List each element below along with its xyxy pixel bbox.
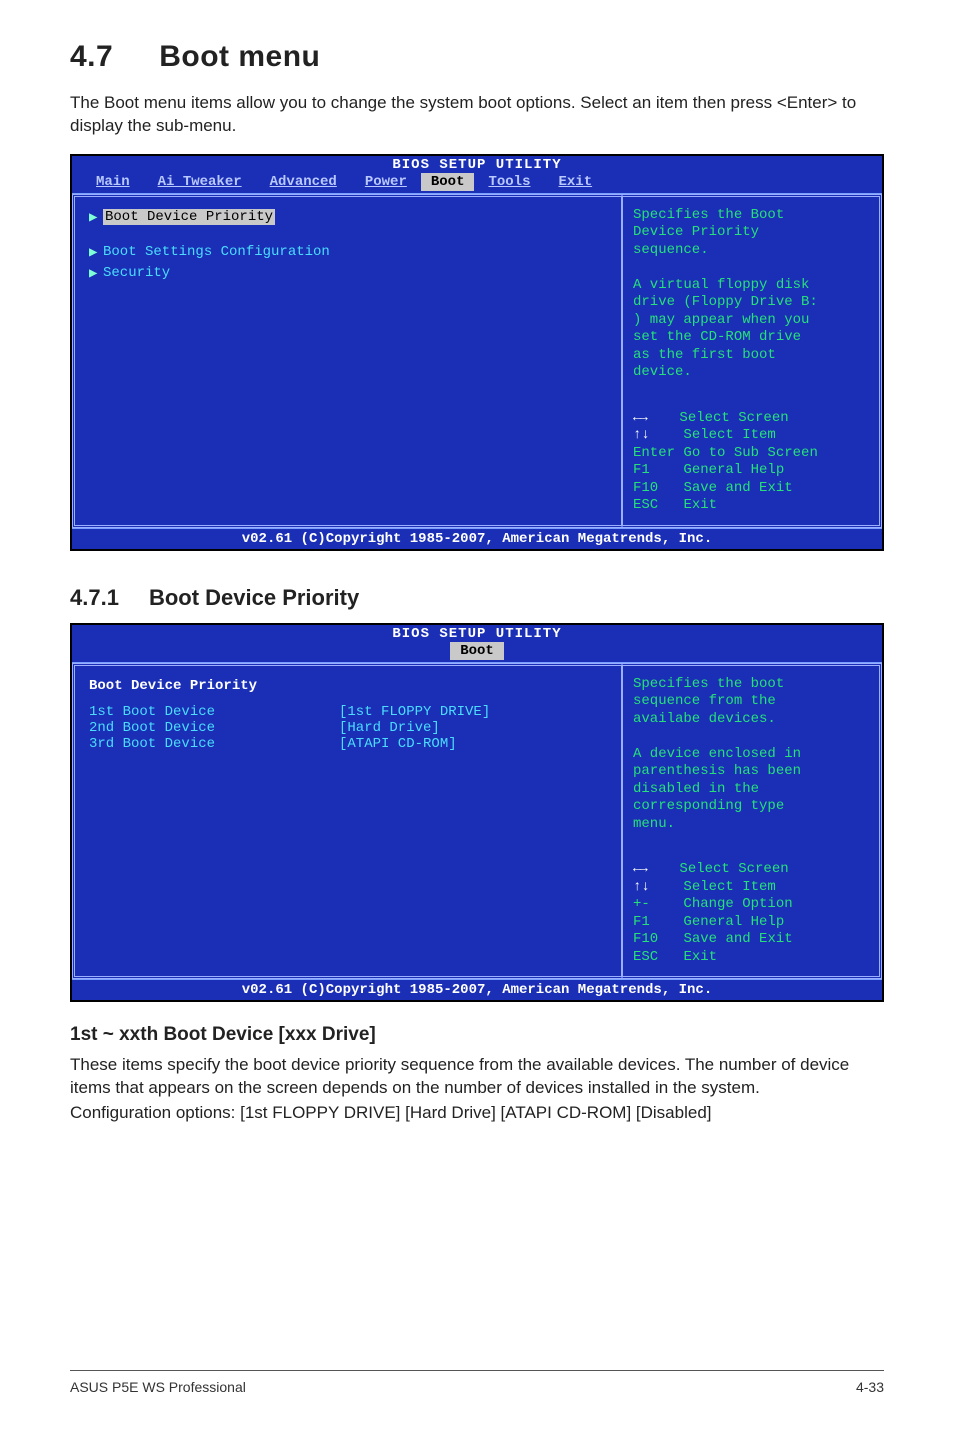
tab-tools[interactable]: Tools <box>474 173 544 191</box>
key-f10-label: F10 <box>633 480 658 496</box>
bios-panel-boot-menu: BIOS SETUP UTILITY Main Ai Tweaker Advan… <box>70 154 884 551</box>
key-select-item: Select Item <box>683 427 775 443</box>
pane-heading: Boot Device Priority <box>89 678 607 694</box>
page-footer: ASUS P5E WS Professional 4-33 <box>70 1370 884 1395</box>
bios-menu-tabs: Boot <box>72 642 882 662</box>
bios-title: BIOS SETUP UTILITY <box>72 156 882 173</box>
subsection-number: 4.7.1 <box>70 585 119 610</box>
intro-paragraph: The Boot menu items allow you to change … <box>70 92 884 138</box>
row-label: 1st Boot Device <box>89 704 339 720</box>
submenu-icon: ▶ <box>89 209 103 226</box>
tab-advanced[interactable]: Advanced <box>256 173 351 191</box>
key-f10-desc: Save and Exit <box>683 931 792 947</box>
key-plusminus-desc: Change Option <box>683 896 792 912</box>
key-enter-desc: Go to Sub Screen <box>683 445 817 461</box>
section-title: 4.7 Boot menu <box>70 40 884 74</box>
key-esc-desc: Exit <box>683 949 717 965</box>
bios-menu-tabs: Main Ai Tweaker Advanced Power Boot Tool… <box>72 173 882 193</box>
key-enter-label: Enter <box>633 445 675 461</box>
key-esc-label: ESC <box>633 497 658 513</box>
submenu-icon: ▶ <box>89 244 103 261</box>
row-value: [ATAPI CD-ROM] <box>339 736 457 752</box>
key-f10-label: F10 <box>633 931 658 947</box>
row-2nd-boot-device[interactable]: 2nd Boot Device [Hard Drive] <box>89 720 607 736</box>
submenu-icon: ▶ <box>89 265 103 282</box>
bios-copyright: v02.61 (C)Copyright 1985-2007, American … <box>72 528 882 549</box>
item-label: Boot Device Priority <box>103 209 275 225</box>
tab-power[interactable]: Power <box>351 173 421 191</box>
footer-left: ASUS P5E WS Professional <box>70 1379 246 1395</box>
row-label: 3rd Boot Device <box>89 736 339 752</box>
tab-ai-tweaker[interactable]: Ai Tweaker <box>144 173 256 191</box>
arrows-lr-icon: ←→ <box>633 410 646 426</box>
item-security[interactable]: ▶ Security <box>89 265 607 282</box>
section-name: Boot menu <box>159 40 320 73</box>
section-number: 4.7 <box>70 40 113 73</box>
bios-left-pane: ▶ Boot Device Priority ▶ Boot Settings C… <box>72 194 622 528</box>
subsection-title: 4.7.1 Boot Device Priority <box>70 585 884 611</box>
key-select-item: Select Item <box>683 879 775 895</box>
key-f1-desc: General Help <box>683 914 784 930</box>
help-text: Specifies the boot sequence from the ava… <box>633 676 869 834</box>
bios-help-pane: Specifies the boot sequence from the ava… <box>622 663 882 980</box>
key-f1-label: F1 <box>633 462 650 478</box>
bios-title: BIOS SETUP UTILITY <box>72 625 882 642</box>
tab-boot[interactable]: Boot <box>421 173 475 191</box>
footer-right: 4-33 <box>856 1379 884 1395</box>
row-1st-boot-device[interactable]: 1st Boot Device [1st FLOPPY DRIVE] <box>89 704 607 720</box>
row-value: [1st FLOPPY DRIVE] <box>339 704 490 720</box>
key-esc-label: ESC <box>633 949 658 965</box>
key-esc-desc: Exit <box>683 497 717 513</box>
key-legend: ←→ Select Screen ↑↓ Select Item +- Chang… <box>633 861 869 966</box>
bios-panel-boot-device-priority: BIOS SETUP UTILITY Boot Boot Device Prio… <box>70 623 884 1003</box>
key-f1-label: F1 <box>633 914 650 930</box>
option-description-1: These items specify the boot device prio… <box>70 1054 884 1100</box>
key-select-screen: Select Screen <box>679 410 788 426</box>
arrows-lr-icon: ←→ <box>633 861 646 877</box>
item-boot-device-priority[interactable]: ▶ Boot Device Priority <box>89 209 607 226</box>
tab-main[interactable]: Main <box>82 173 144 191</box>
bios-copyright: v02.61 (C)Copyright 1985-2007, American … <box>72 979 882 1000</box>
key-select-screen: Select Screen <box>679 861 788 877</box>
item-label: Boot Settings Configuration <box>103 244 330 260</box>
item-label: Security <box>103 265 170 281</box>
help-text: Specifies the Boot Device Priority seque… <box>633 207 869 382</box>
option-description-2: Configuration options: [1st FLOPPY DRIVE… <box>70 1102 884 1125</box>
key-legend: ←→ Select Screen ↑↓ Select Item Enter Go… <box>633 410 869 515</box>
key-plusminus-label: +- <box>633 896 650 912</box>
arrows-ud-icon: ↑↓ <box>633 879 650 895</box>
key-f10-desc: Save and Exit <box>683 480 792 496</box>
tab-exit[interactable]: Exit <box>544 173 606 191</box>
row-value: [Hard Drive] <box>339 720 440 736</box>
subsection-name: Boot Device Priority <box>149 585 359 610</box>
bios-left-pane: Boot Device Priority 1st Boot Device [1s… <box>72 663 622 980</box>
option-heading: 1st ~ xxth Boot Device [xxx Drive] <box>70 1024 884 1046</box>
item-boot-settings-configuration[interactable]: ▶ Boot Settings Configuration <box>89 244 607 261</box>
arrows-ud-icon: ↑↓ <box>633 427 650 443</box>
row-3rd-boot-device[interactable]: 3rd Boot Device [ATAPI CD-ROM] <box>89 736 607 752</box>
row-label: 2nd Boot Device <box>89 720 339 736</box>
tab-boot[interactable]: Boot <box>450 642 504 660</box>
bios-help-pane: Specifies the Boot Device Priority seque… <box>622 194 882 528</box>
key-f1-desc: General Help <box>683 462 784 478</box>
